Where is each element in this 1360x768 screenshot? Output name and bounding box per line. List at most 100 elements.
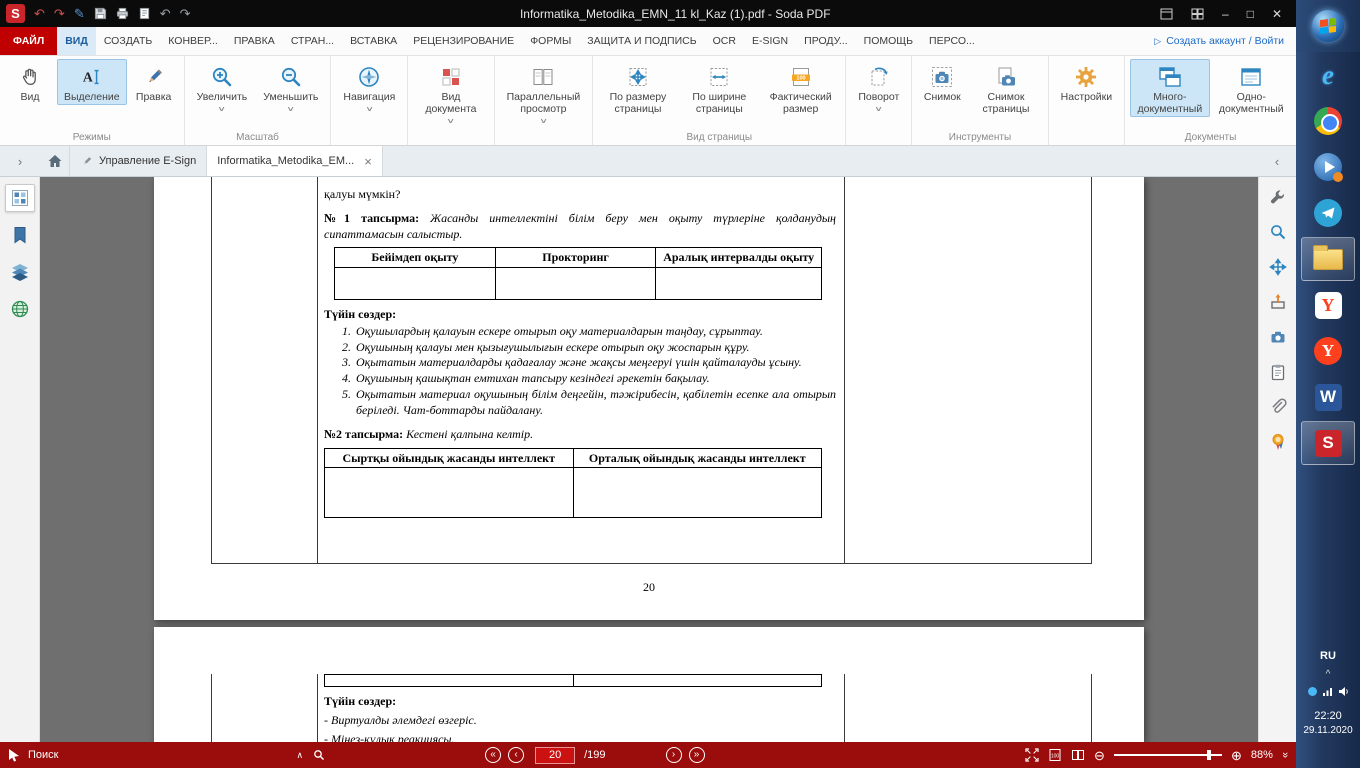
attachments-button[interactable]	[1265, 395, 1291, 419]
dropdown-caret-icon[interactable]: ∨	[365, 105, 374, 113]
taskbar-media-player[interactable]	[1301, 145, 1355, 189]
zoom-slider[interactable]	[1114, 754, 1222, 756]
menu-tab-insert[interactable]: ВСТАВКА	[342, 27, 405, 55]
taskbar-explorer-folder[interactable]	[1301, 237, 1355, 281]
rotate-button[interactable]: Поворот ∨	[851, 59, 906, 115]
zoom-tool-button[interactable]	[1265, 220, 1291, 244]
current-page-input[interactable]: 20	[535, 747, 575, 764]
single-document-button[interactable]: Одно-документный	[1212, 59, 1291, 117]
search-magnifier-icon[interactable]	[313, 749, 325, 761]
zoom-in-button[interactable]: Увеличить ∨	[190, 59, 255, 115]
account-link[interactable]: ▷ Создать аккаунт / Войти	[1154, 27, 1296, 55]
actual-size-button[interactable]: 100 Фактический размер	[761, 59, 840, 117]
undo-gray-icon[interactable]: ↶	[160, 7, 171, 20]
fullscreen-icon[interactable]	[1025, 748, 1039, 762]
badge-button[interactable]	[1265, 430, 1291, 454]
menu-tab-file[interactable]: ФАЙЛ	[0, 27, 57, 55]
thumbnails-panel-button[interactable]	[5, 184, 35, 212]
menu-tab-edit[interactable]: ПРАВКА	[226, 27, 283, 55]
redo-icon[interactable]: ↷	[54, 7, 65, 20]
multi-document-button[interactable]: Много-документный	[1130, 59, 1209, 117]
previous-page-button[interactable]: ‹	[508, 747, 524, 763]
minimize-button[interactable]: –	[1222, 7, 1229, 21]
snapshot-button[interactable]: Снимок	[917, 59, 967, 105]
taskbar-word[interactable]: W	[1301, 375, 1355, 419]
collapse-chevron-icon[interactable]: ∧	[296, 750, 303, 761]
parallel-view-button[interactable]: Параллельный просмотр ∨	[500, 59, 588, 127]
menu-tab-pages[interactable]: СТРАН...	[283, 27, 342, 55]
select-button[interactable]: A Выделение	[57, 59, 127, 105]
redo-gray-icon[interactable]: ↷	[180, 7, 191, 20]
edit-button[interactable]: Правка	[129, 59, 179, 105]
taskbar-soda-pdf[interactable]: S	[1301, 421, 1355, 465]
page-layout-icon[interactable]	[1071, 748, 1085, 762]
zoom-in-button[interactable]: ⊕	[1231, 749, 1242, 762]
taskbar-chrome[interactable]	[1301, 99, 1355, 143]
view-mode-button[interactable]: Вид	[5, 59, 55, 105]
taskbar-yandex-app[interactable]: Y	[1301, 283, 1355, 327]
undo-icon[interactable]: ↶	[34, 7, 45, 20]
menu-tab-review[interactable]: РЕЦЕНЗИРОВАНИЕ	[405, 27, 522, 55]
menu-tab-products[interactable]: ПРОДУ...	[796, 27, 856, 55]
tab-close-icon[interactable]: ×	[364, 154, 372, 169]
home-tab[interactable]	[40, 146, 70, 176]
taskbar-clock[interactable]: 22:20 29.11.2020	[1303, 709, 1352, 738]
fit-page-button[interactable]: По размеру страницы	[598, 59, 677, 117]
settings-button[interactable]: Настройки	[1054, 59, 1120, 105]
dropdown-caret-icon[interactable]: ∨	[874, 105, 883, 113]
snapshot-tool-button[interactable]	[1265, 325, 1291, 349]
pan-tool-button[interactable]	[1265, 255, 1291, 279]
layers-panel-button[interactable]	[5, 258, 35, 286]
menu-tab-help[interactable]: ПОМОЩЬ	[856, 27, 921, 55]
fit-width-button[interactable]: По ширине страницы	[680, 59, 759, 117]
close-button[interactable]: ✕	[1272, 7, 1282, 21]
document-view-button[interactable]: Вид документа ∨	[413, 59, 488, 127]
actual-size-status-icon[interactable]: 100	[1048, 748, 1062, 762]
menu-tab-create[interactable]: СОЗДАТЬ	[96, 27, 160, 55]
menu-tab-secure[interactable]: ЗАЩИТА И ПОДПИСЬ	[579, 27, 704, 55]
left-panel-expand-icon[interactable]: ›	[0, 146, 40, 176]
bookmarks-panel-button[interactable]	[5, 221, 35, 249]
menu-tab-view[interactable]: ВИД	[57, 27, 96, 55]
search-button[interactable]: Поиск	[8, 748, 58, 762]
taskbar-yandex-browser[interactable]: Y	[1301, 329, 1355, 373]
language-indicator[interactable]: RU	[1314, 647, 1342, 665]
tab-esign-management[interactable]: Управление E-Sign	[70, 146, 207, 176]
print-icon[interactable]	[116, 7, 129, 20]
print-preview-icon[interactable]	[138, 7, 151, 20]
first-page-button[interactable]: «	[485, 747, 501, 763]
edit-pencil-icon[interactable]: ✎	[74, 7, 85, 20]
web-panel-button[interactable]	[5, 295, 35, 323]
navigation-button[interactable]: Навигация ∨	[336, 59, 402, 115]
taskbar-internet-explorer[interactable]: e	[1301, 53, 1355, 97]
export-button[interactable]	[1265, 290, 1291, 314]
tab-informatika-pdf[interactable]: Informatika_Metodika_EM... ×	[207, 146, 383, 176]
menu-tab-personalize[interactable]: ПЕРСО...	[921, 27, 983, 55]
tray-app-icon[interactable]	[1307, 686, 1318, 697]
clipboard-button[interactable]	[1265, 360, 1291, 384]
tray-expand-icon[interactable]: ^	[1326, 669, 1331, 680]
tray-volume-icon[interactable]	[1338, 686, 1350, 697]
zoom-out-button[interactable]: Уменьшить ∨	[256, 59, 325, 115]
taskbar-telegram[interactable]	[1301, 191, 1355, 235]
layout-icon[interactable]	[1160, 8, 1173, 20]
tray-network-icon[interactable]	[1322, 686, 1334, 697]
page-snapshot-button[interactable]: Снимок страницы	[969, 59, 1042, 117]
zoom-slider-thumb[interactable]	[1207, 750, 1211, 760]
right-panel-expand-icon[interactable]: ‹	[1258, 146, 1296, 176]
zoom-out-button[interactable]: ⊖	[1094, 749, 1105, 762]
save-icon[interactable]	[94, 7, 107, 20]
grid-icon[interactable]	[1191, 8, 1204, 20]
dropdown-caret-icon[interactable]: ∨	[286, 105, 295, 113]
next-page-button[interactable]: ›	[666, 747, 682, 763]
tools-wrench-button[interactable]	[1265, 185, 1291, 209]
start-button[interactable]	[1296, 0, 1360, 52]
soda-logo-icon[interactable]: S	[6, 4, 25, 23]
menu-tab-forms[interactable]: ФОРМЫ	[522, 27, 579, 55]
menu-tab-convert[interactable]: КОНВЕР...	[160, 27, 226, 55]
dropdown-caret-icon[interactable]: ∨	[218, 105, 227, 113]
menu-tab-esign[interactable]: E-SIGN	[744, 27, 796, 55]
dropdown-caret-icon[interactable]: ∨	[539, 117, 548, 125]
maximize-button[interactable]: □	[1247, 7, 1254, 21]
dropdown-caret-icon[interactable]: ∨	[447, 117, 456, 125]
